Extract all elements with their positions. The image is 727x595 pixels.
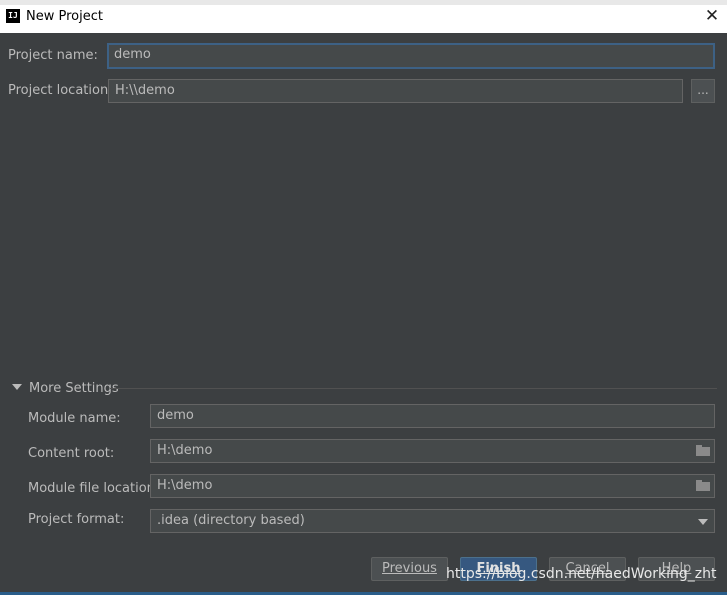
folder-icon[interactable] xyxy=(696,445,710,456)
module-name-label: Module name: xyxy=(28,411,121,426)
project-location-input[interactable]: H:\\demo xyxy=(108,79,683,103)
content-root-label: Content root: xyxy=(28,446,115,461)
module-file-location-value: H:\demo xyxy=(157,478,213,493)
dropdown-arrow-icon xyxy=(698,519,708,525)
project-location-label: Project location: xyxy=(8,83,113,98)
project-name-label: Project name: xyxy=(8,48,98,63)
project-format-value: .idea (directory based) xyxy=(157,513,305,528)
more-settings-label[interactable]: More Settings xyxy=(29,381,119,396)
previous-button-label: Previous xyxy=(382,561,437,576)
title-bar: IJ New Project ✕ xyxy=(0,0,727,33)
project-name-input[interactable]: demo xyxy=(107,43,715,69)
content-root-value: H:\demo xyxy=(157,443,213,458)
project-format-label: Project format: xyxy=(28,512,125,527)
watermark-text: https://blog.csdn.net/haedWorking_zht xyxy=(446,566,717,582)
module-file-location-label: Module file location: xyxy=(28,481,160,496)
browse-location-button[interactable]: ... xyxy=(691,79,715,103)
content-root-input[interactable]: H:\demo xyxy=(150,439,715,463)
close-icon[interactable]: ✕ xyxy=(703,6,721,26)
module-name-input[interactable]: demo xyxy=(150,404,715,428)
divider xyxy=(110,388,717,389)
project-format-select[interactable]: .idea (directory based) xyxy=(150,509,715,533)
previous-button[interactable]: Previous xyxy=(371,557,448,581)
module-file-location-input[interactable]: H:\demo xyxy=(150,474,715,498)
chevron-down-icon[interactable] xyxy=(12,384,22,390)
window-title: New Project xyxy=(26,9,103,24)
title-bar-top-strip xyxy=(0,0,727,5)
folder-icon[interactable] xyxy=(696,480,710,491)
intellij-app-icon: IJ xyxy=(6,9,20,23)
